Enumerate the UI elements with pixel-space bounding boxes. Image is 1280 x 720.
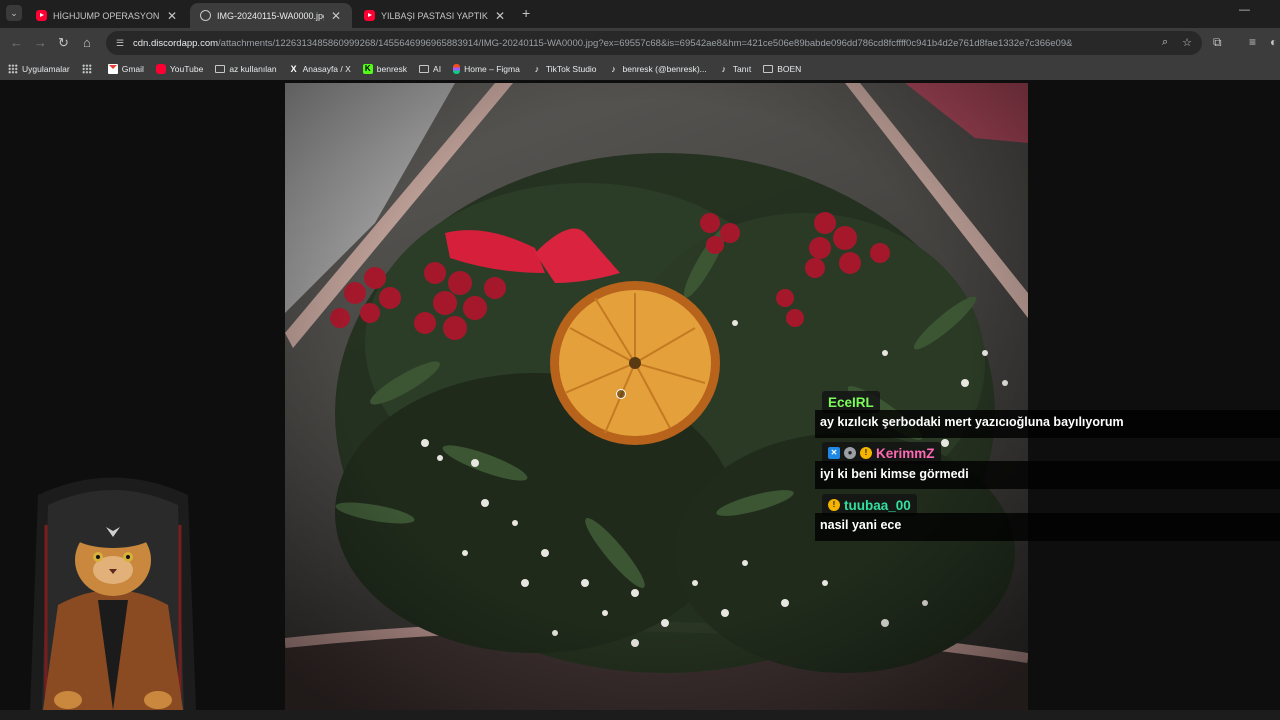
bottom-strip: [0, 710, 1280, 720]
bookmark-label: benresk (@benresk)...: [622, 64, 707, 74]
address-bar[interactable]: ☰ cdn.discordapp.com/attachments/1226313…: [106, 31, 1202, 55]
tiktok-icon: ♪: [534, 64, 540, 74]
bookmark-tiktok-benresk[interactable]: ♪ benresk (@benresk)...: [609, 64, 707, 74]
bookmark-tiktok-studio[interactable]: ♪ TikTok Studio: [532, 64, 597, 74]
toolbar: ← → ↻ ⌂ ☰ cdn.discordapp.com/attachments…: [0, 28, 1280, 58]
bookmark-label: YouTube: [169, 64, 204, 74]
bookmark-label: BOEN: [777, 64, 802, 74]
tab-search-icon[interactable]: ⌄: [6, 5, 22, 21]
bouquet-illustration: [285, 83, 1028, 710]
chat-username: KerimmZ: [876, 445, 935, 461]
forward-icon[interactable]: →: [34, 35, 47, 51]
bookmark-apps[interactable]: Uygulamalar: [8, 64, 70, 74]
zoom-cursor-icon: [616, 389, 626, 399]
bookmark-label: Anasayfa / X: [302, 64, 351, 74]
tab-title: HİGHJUMP OPERASYONU - An: [53, 10, 160, 21]
tab-highjump[interactable]: HİGHJUMP OPERASYONU - An ✕: [26, 3, 188, 28]
new-tab-button[interactable]: +: [522, 5, 530, 21]
figma-icon: [453, 64, 461, 74]
close-icon[interactable]: ✕: [166, 9, 178, 23]
youtube-icon: [364, 10, 375, 21]
back-icon[interactable]: ←: [10, 35, 23, 51]
grid-icon: [81, 64, 92, 74]
bookmark-label: az kullanılan: [229, 64, 277, 74]
bookmark-x[interactable]: X Anasayfa / X: [289, 64, 351, 74]
bookmark-label: Tanıt: [732, 64, 752, 74]
bouquet-photo[interactable]: [285, 83, 1028, 710]
bookmark-ai[interactable]: AI: [419, 64, 441, 74]
chat-message: iyi ki beni kimse görmedi: [820, 467, 969, 481]
youtube-icon: [155, 64, 166, 74]
bookmark-label: Gmail: [121, 64, 144, 74]
youtube-icon: [36, 10, 47, 21]
bookmark-label: Uygulamalar: [22, 64, 70, 74]
close-icon[interactable]: ✕: [330, 9, 342, 23]
tiktok-icon: ♪: [611, 64, 616, 74]
x-icon: X: [290, 64, 297, 74]
minimize-icon[interactable]: —: [1239, 4, 1250, 16]
image-viewport: EceIRL ay kızılcık şerbodaki mert yazıcı…: [0, 80, 1280, 710]
chat-message: nasil yani ece: [820, 518, 902, 532]
bookmark-kick[interactable]: K benresk: [362, 64, 408, 74]
bookmark-tanit[interactable]: ♪ Tanıt: [719, 64, 752, 74]
home-icon[interactable]: ⌂: [83, 35, 91, 51]
kick-icon: K: [362, 64, 373, 74]
apps-grid-icon: [8, 64, 18, 74]
bookmark-boen[interactable]: BOEN: [763, 64, 801, 74]
bookmark-figma[interactable]: Home – Figma: [453, 64, 520, 74]
url-path: /attachments/1226313485860999268/1455646…: [218, 37, 1073, 49]
chat-message: ay kızılcık şerbodaki mert yazıcıoğluna …: [820, 415, 1124, 429]
bookmark-label: Home – Figma: [464, 64, 520, 74]
bookmark-star-icon[interactable]: ☆: [1182, 36, 1192, 49]
streamer-avatar: [30, 477, 196, 710]
chat-username: tuubaa_00: [844, 497, 911, 513]
profile-icon[interactable]: ◐: [1270, 35, 1277, 49]
gold-badge-icon: !: [860, 447, 872, 459]
url-host: cdn.discordapp.com: [133, 37, 219, 49]
bookmark-youtube[interactable]: YouTube: [155, 64, 204, 74]
gold-badge-icon: !: [828, 499, 840, 511]
folder-icon: [215, 65, 226, 73]
bookmark-label: benresk: [376, 64, 408, 74]
bookmark-az-kullanilan[interactable]: az kullanılan: [215, 64, 277, 74]
tab-strip: ⌄ HİGHJUMP OPERASYONU - An ✕ IMG-2024011…: [0, 0, 1280, 28]
tab-title: IMG-20240115-WA0000.jpg (1: [217, 10, 324, 21]
bookmark-label: TikTok Studio: [545, 64, 597, 74]
chat-username: EceIRL: [828, 394, 874, 410]
reading-list-icon[interactable]: ≡: [1249, 35, 1256, 49]
bookmarks-bar: Uygulamalar Gmail YouTube az kullanılan …: [0, 58, 1280, 80]
tab-image[interactable]: IMG-20240115-WA0000.jpg (1 ✕: [190, 3, 352, 28]
grey-badge-icon: ●: [844, 447, 856, 459]
reload-icon[interactable]: ↻: [58, 35, 69, 51]
site-info-icon[interactable]: ☰: [116, 38, 127, 48]
bookmark-gmail[interactable]: Gmail: [107, 64, 144, 74]
globe-icon: [200, 10, 211, 21]
folder-icon: [419, 65, 430, 73]
gmail-icon: [107, 64, 118, 74]
blue-badge-icon: ✕: [828, 447, 840, 459]
close-icon[interactable]: ✕: [494, 9, 506, 23]
tab-title: YILBAŞI PASTASI YAPTIK - YouT: [381, 10, 488, 21]
bookmark-grid[interactable]: [81, 64, 96, 74]
folder-icon: [763, 65, 774, 73]
zoom-icon[interactable]: ⌕: [1162, 36, 1168, 49]
tiktok-icon: ♪: [721, 64, 727, 74]
tab-yilbasi[interactable]: YILBAŞI PASTASI YAPTIK - YouT ✕: [354, 3, 516, 28]
extensions-icon[interactable]: ⧉: [1213, 35, 1222, 50]
bookmark-label: AI: [433, 64, 442, 74]
